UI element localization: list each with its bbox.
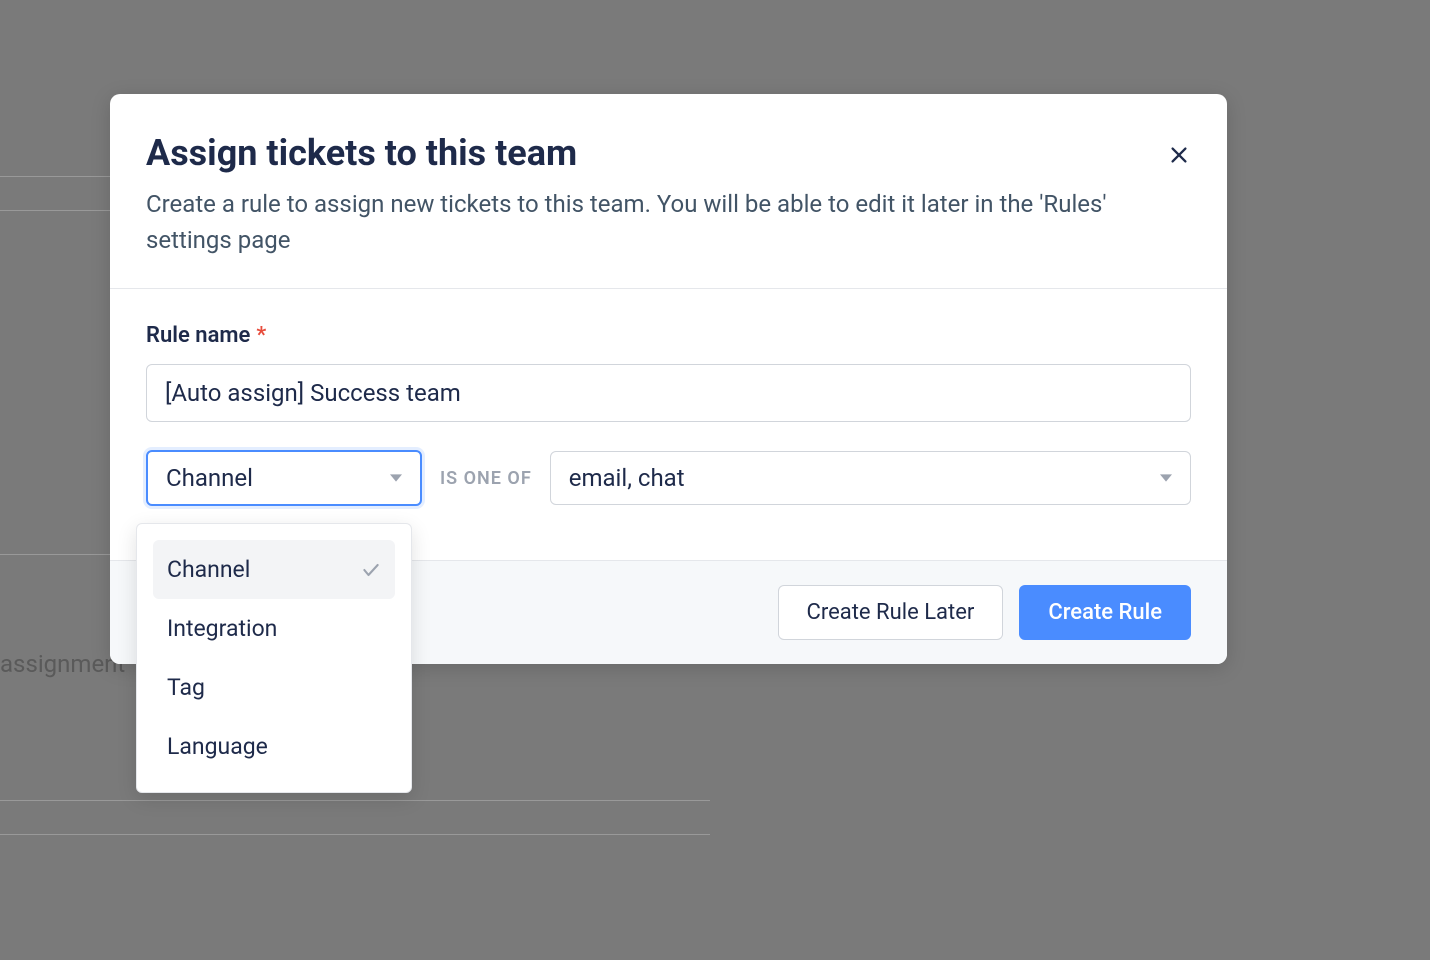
dropdown-option-channel[interactable]: Channel [153,540,395,599]
create-rule-later-button[interactable]: Create Rule Later [778,585,1004,640]
condition-field-dropdown: Channel Integration Tag Language [136,523,412,793]
dropdown-option-label: Channel [167,556,250,583]
condition-row: Channel IS ONE OF email, chat [146,450,1191,506]
modal-body: Rule name * Channel IS ONE OF email, cha… [110,289,1227,560]
modal-subtitle: Create a rule to assign new tickets to t… [146,186,1156,258]
condition-value-text: email, chat [569,464,685,492]
dropdown-option-tag[interactable]: Tag [153,658,395,717]
background-line [0,834,710,835]
dropdown-option-label: Integration [167,615,277,642]
rule-name-label-text: Rule name [146,323,250,348]
dropdown-option-integration[interactable]: Integration [153,599,395,658]
condition-value-select[interactable]: email, chat [550,451,1191,505]
condition-field-select[interactable]: Channel [146,450,422,506]
rule-name-label: Rule name * [146,323,1191,348]
background-text: assignment [0,650,125,678]
dropdown-option-label: Tag [167,674,205,701]
background-line [0,800,710,801]
dropdown-option-language[interactable]: Language [153,717,395,776]
create-rule-button[interactable]: Create Rule [1019,585,1191,640]
rule-name-input[interactable] [146,364,1191,422]
close-icon [1168,144,1190,169]
condition-operator: IS ONE OF [440,468,532,489]
check-icon [361,560,381,580]
dropdown-option-label: Language [167,733,268,760]
condition-field-value: Channel [166,464,253,492]
caret-down-icon [390,472,402,484]
modal-header: Assign tickets to this team Create a rul… [110,94,1227,289]
close-button[interactable] [1165,142,1193,170]
modal-title: Assign tickets to this team [146,132,1191,174]
caret-down-icon [1160,472,1172,484]
required-indicator: * [256,323,266,348]
